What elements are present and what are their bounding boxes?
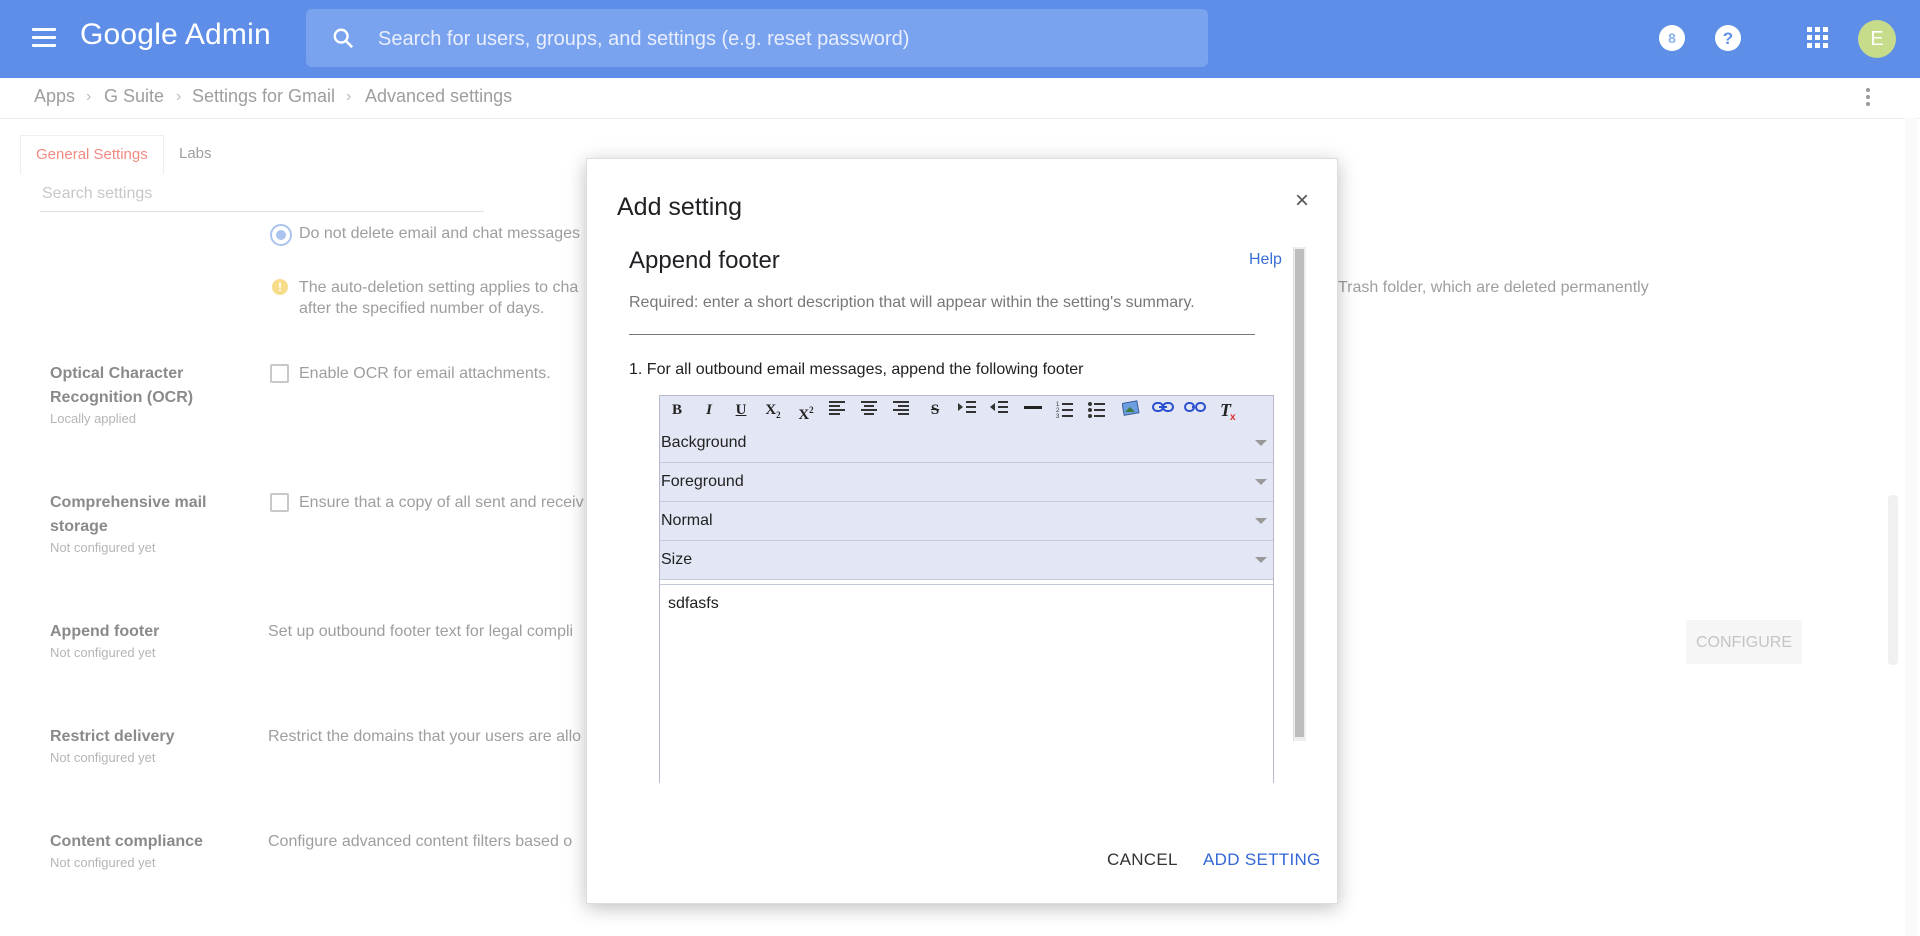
mail-storage-checkbox[interactable] [270,493,289,512]
content-compliance-desc: Configure advanced content filters based… [268,833,573,850]
page-scrollbar-thumb[interactable] [1888,495,1898,665]
superscript-icon[interactable]: X2 [793,400,819,423]
ocr-status: Locally applied [50,411,137,426]
svg-text:8: 8 [1668,30,1676,46]
tab-labs[interactable]: Labs [164,135,227,173]
add-setting-dialog: Add setting × Append footer Help Require… [586,158,1338,904]
breadcrumb-separator: › [176,88,182,105]
search-input[interactable] [376,23,1180,55]
svg-text:?: ? [1723,29,1733,48]
append-footer-status: Not configured yet [50,645,156,660]
numbered-list-icon[interactable]: 123 [1052,400,1078,420]
foreground-color-select[interactable]: Foreground [660,463,1273,502]
horizontal-rule-icon[interactable] [1020,400,1046,420]
dialog-title: Add setting [617,193,743,221]
help-link[interactable]: Help [1249,251,1282,269]
page-scrollbar-track[interactable] [1905,118,1917,936]
breadcrumb-separator: › [346,88,352,105]
align-center-icon[interactable] [856,400,882,420]
format-select[interactable]: Normal [660,502,1273,541]
dialog-scrollbar-thumb[interactable] [1295,249,1304,737]
radio-label: Do not delete email and chat messages [299,225,581,242]
description-hint: Required: enter a short description that… [629,294,1195,311]
more-options-icon[interactable] [1866,88,1872,109]
ocr-title-line2: Recognition (OCR) [50,389,194,406]
search-bar[interactable] [306,9,1208,67]
mail-storage-status: Not configured yet [50,540,156,555]
help-icon[interactable]: ? [1714,24,1742,52]
mail-storage-title: Comprehensive mail [50,494,207,511]
description-input-underline[interactable] [629,334,1255,335]
section-title: Append footer [629,247,780,274]
breadcrumb-separator: › [86,88,92,105]
alert-icon[interactable]: 8 [1658,24,1686,52]
footer-text-area[interactable]: sdfasfs [660,584,1273,783]
align-right-icon[interactable] [888,400,914,420]
unlink-icon[interactable] [1182,400,1208,420]
restrict-delivery-desc: Restrict the domains that your users are… [268,728,582,745]
bold-icon[interactable]: B [664,400,690,420]
restrict-delivery-status: Not configured yet [50,750,156,765]
cancel-button[interactable]: CANCEL [1101,849,1184,871]
mail-storage-title-line2: storage [50,518,108,535]
clear-format-icon[interactable]: Tx [1216,400,1242,420]
ocr-label: Enable OCR for email attachments. [299,365,551,382]
menu-icon[interactable] [32,28,56,48]
font-size-select[interactable]: Size [660,541,1273,580]
step-label: 1. For all outbound email messages, appe… [629,361,1084,378]
info-text-line2: after the specified number of days. [299,300,545,317]
outdent-icon[interactable] [986,400,1012,420]
append-footer-desc: Set up outbound footer text for legal co… [268,623,574,640]
footer-text: sdfasfs [668,595,719,612]
svg-text:3: 3 [1056,414,1060,418]
footer-rich-text-editor: B I U X2 X2 S 123 Tx Background Foregrou… [659,395,1274,783]
radio-do-not-delete[interactable] [270,224,292,246]
italic-icon[interactable]: I [696,400,722,420]
strikethrough-icon[interactable]: S [922,400,948,420]
content-compliance-status: Not configured yet [50,855,156,870]
editor-toolbar: B I U X2 X2 S 123 Tx [660,396,1273,425]
ocr-checkbox[interactable] [270,364,289,383]
mail-storage-label: Ensure that a copy of all sent and recei… [299,494,584,511]
info-text-continued: Trash folder, which are deleted permanen… [1338,279,1649,296]
svg-text:x: x [1230,412,1236,420]
search-settings-input[interactable] [40,184,484,212]
search-icon [333,28,354,49]
close-icon[interactable]: × [1295,189,1309,213]
top-app-bar: Google Admin 8 ? E [0,0,1920,78]
append-footer-title: Append footer [50,623,160,640]
apps-icon[interactable] [1804,24,1832,52]
add-setting-button[interactable]: ADD SETTING [1197,849,1327,871]
avatar[interactable]: E [1858,20,1896,58]
subscript-icon[interactable]: X2 [760,400,786,420]
content-compliance-title: Content compliance [50,833,203,850]
background-color-select[interactable]: Background [660,424,1273,463]
link-icon[interactable] [1150,400,1176,420]
image-icon[interactable] [1118,400,1144,420]
info-icon: ! [272,279,288,295]
indent-icon[interactable] [954,400,980,420]
restrict-delivery-title: Restrict delivery [50,728,175,745]
brand-logo[interactable]: Google Admin [80,18,271,52]
breadcrumb-gsuite[interactable]: G Suite [104,86,164,107]
breadcrumb-current: Advanced settings [365,86,513,106]
tab-general-settings[interactable]: General Settings [20,135,164,174]
configure-button[interactable]: CONFIGURE [1686,620,1802,664]
dialog-scrollbar[interactable] [1293,247,1306,741]
underline-icon[interactable]: U [728,400,754,420]
ocr-title: Optical Character [50,365,184,382]
breadcrumb-apps[interactable]: Apps [34,86,75,107]
bulleted-list-icon[interactable] [1084,400,1110,420]
breadcrumb-gmail-settings[interactable]: Settings for Gmail [192,86,335,107]
align-left-icon[interactable] [824,400,850,420]
